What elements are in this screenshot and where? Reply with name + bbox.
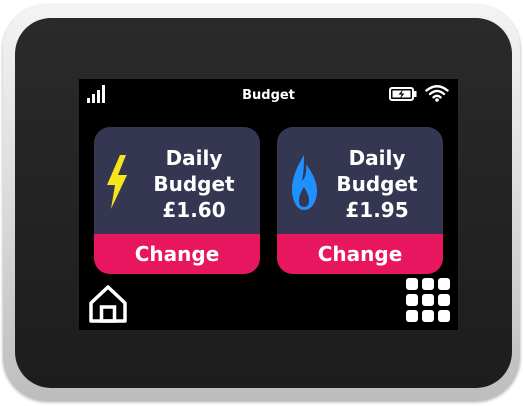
electricity-change-button[interactable]: Change (94, 234, 260, 274)
gas-change-button[interactable]: Change (277, 234, 443, 274)
electricity-budget-line1: Daily (165, 146, 223, 170)
gas-card-body: Daily Budget £1.95 (277, 127, 443, 234)
status-bar: Budget (79, 79, 458, 109)
gas-budget-amount: £1.95 (345, 198, 409, 222)
gas-budget-card: Daily Budget £1.95 Change (277, 127, 443, 274)
electricity-card-body: Daily Budget £1.60 (94, 127, 260, 234)
gas-budget-line2: Budget (336, 172, 418, 196)
gas-budget-line1: Daily (348, 146, 406, 170)
electricity-budget-card: Daily Budget £1.60 Change (94, 127, 260, 274)
electricity-budget-amount: £1.60 (162, 198, 226, 222)
flame-icon (292, 155, 317, 210)
home-icon[interactable] (87, 283, 129, 325)
electricity-budget-text: Daily Budget £1.60 (134, 145, 254, 223)
display-screen: Budget Daily Budget £1.60 Change Daily B… (79, 79, 458, 330)
wifi-icon (425, 85, 449, 102)
lightning-bolt-icon (107, 155, 127, 209)
grid-menu-icon[interactable] (406, 278, 450, 322)
electricity-budget-line2: Budget (153, 172, 235, 196)
gas-budget-text: Daily Budget £1.95 (317, 145, 437, 223)
battery-charging-icon (389, 87, 417, 101)
